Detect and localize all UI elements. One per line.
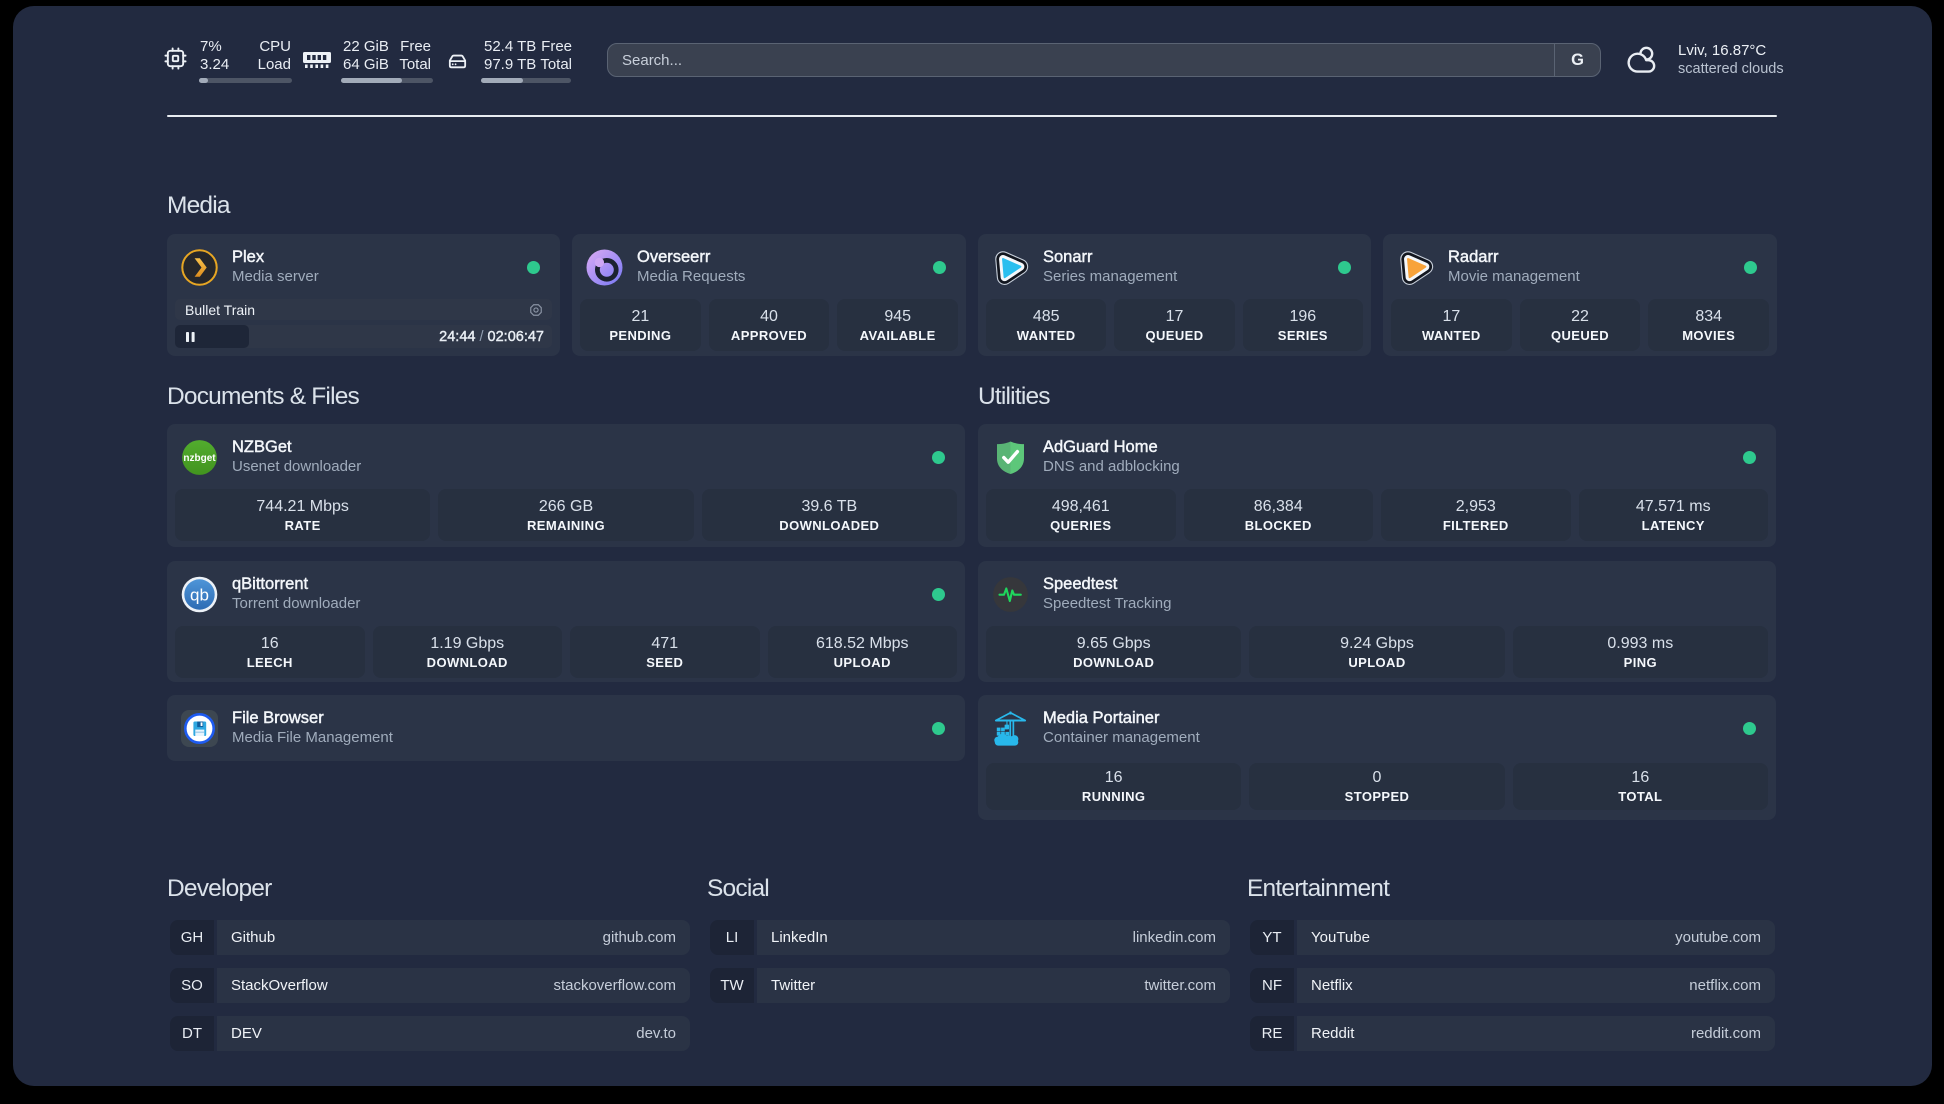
svg-text:nzbget: nzbget [183, 453, 216, 464]
svg-text:qb: qb [190, 585, 209, 604]
